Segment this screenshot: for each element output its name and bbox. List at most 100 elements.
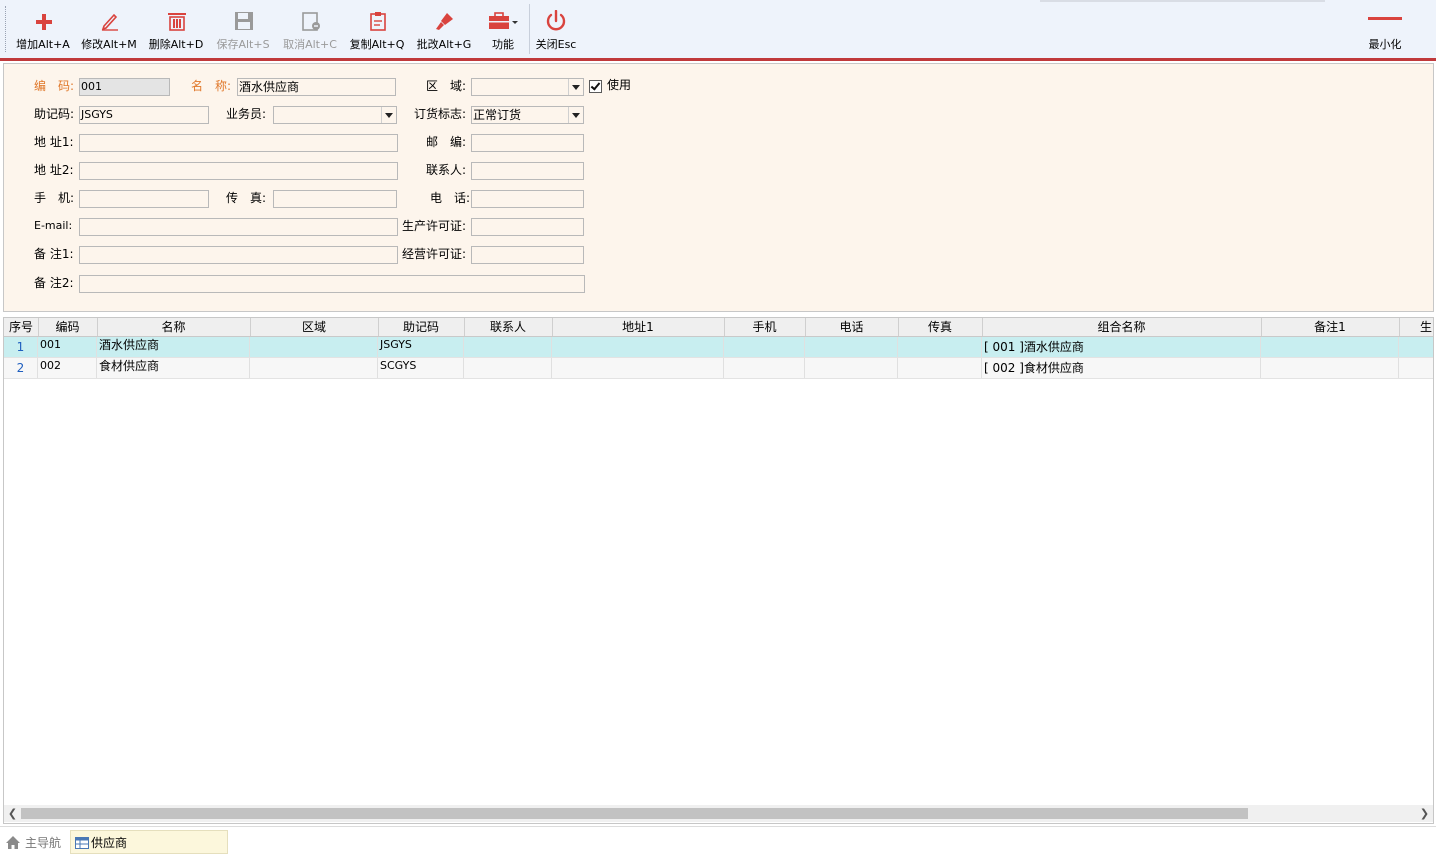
chevron-right-icon[interactable]: ❯: [1416, 805, 1433, 822]
tab-bar: 主导航 供应商: [0, 826, 1436, 858]
salesman-select[interactable]: [273, 106, 397, 124]
mnemonic-field[interactable]: JSGYS: [79, 106, 209, 124]
delete-button[interactable]: 删除Alt+D: [147, 6, 205, 56]
column-header[interactable]: 组合名称: [982, 318, 1262, 336]
note1-field[interactable]: [79, 246, 398, 264]
phone-label: 电 话:: [430, 191, 471, 205]
phone-field[interactable]: [471, 190, 584, 208]
fax-cell: [898, 358, 982, 378]
chevron-left-icon[interactable]: ❮: [4, 805, 21, 822]
column-header[interactable]: 区域: [250, 318, 379, 336]
contact-field[interactable]: [471, 162, 584, 180]
scrollbar-thumb[interactable]: [21, 808, 1248, 819]
use-checkbox[interactable]: [589, 80, 602, 93]
main-nav-tab[interactable]: 主导航: [3, 831, 61, 855]
add-button-label: 增加Alt+A: [16, 38, 70, 51]
row-number: 2: [4, 358, 38, 378]
note1-cell: [1261, 358, 1399, 378]
pencil-icon: [80, 6, 138, 34]
supplier-form: 编 码: 001 名 称: 酒水供应商 区 域: 使用 助记码: JSGYS 业…: [3, 63, 1434, 312]
mnemonic-label: 助记码:: [34, 107, 75, 121]
table-icon: [75, 837, 89, 849]
toolbox-icon: [482, 6, 524, 34]
batch-edit-button-label: 批改Alt+G: [416, 38, 472, 51]
phone-cell: [805, 337, 898, 357]
save-button[interactable]: 保存Alt+S: [214, 6, 272, 56]
business-license-field[interactable]: [471, 246, 584, 264]
toolbar-separator: [529, 4, 530, 54]
mnemonic-cell: SCGYS: [378, 358, 464, 378]
column-header[interactable]: 电话: [805, 318, 899, 336]
email-field[interactable]: [79, 218, 398, 236]
mobile-field[interactable]: [79, 190, 209, 208]
column-header[interactable]: 备注1: [1261, 318, 1400, 336]
order-flag-value: 正常订货: [473, 108, 522, 122]
column-header[interactable]: 地址1: [552, 318, 725, 336]
row-number: 1: [4, 337, 38, 357]
address1-label: 地 址1:: [34, 135, 74, 149]
toolbar-shadow: [1040, 0, 1325, 2]
mnemonic-cell: JSGYS: [378, 337, 464, 357]
column-header[interactable]: 生: [1399, 318, 1433, 336]
chevron-down-icon[interactable]: [568, 107, 583, 123]
close-button[interactable]: 关闭Esc: [533, 6, 579, 56]
table-header: 序号 编码 名称 区域 助记码 联系人 地址1 手机 电话 传真 组合名称 备注…: [4, 318, 1433, 337]
postcode-field[interactable]: [471, 134, 584, 152]
note2-field[interactable]: [79, 275, 585, 293]
plus-icon: [14, 6, 72, 34]
toolbar-grip: [5, 6, 8, 52]
fax-field[interactable]: [273, 190, 397, 208]
phone-cell: [805, 358, 898, 378]
name-field[interactable]: 酒水供应商: [237, 78, 396, 96]
column-header[interactable]: 传真: [898, 318, 983, 336]
cancel-doc-icon: [281, 6, 339, 34]
mobile-cell: [724, 337, 805, 357]
order-flag-select[interactable]: 正常订货: [471, 106, 584, 124]
minimize-button-label: 最小化: [1368, 38, 1402, 51]
horizontal-scrollbar[interactable]: ❮ ❯: [4, 805, 1433, 822]
column-header[interactable]: 名称: [97, 318, 251, 336]
minimize-icon: [1362, 6, 1408, 34]
chevron-down-icon[interactable]: [568, 79, 583, 95]
column-header[interactable]: 联系人: [464, 318, 553, 336]
region-select[interactable]: [471, 78, 584, 96]
home-icon: [6, 836, 20, 849]
minimize-button[interactable]: 最小化: [1362, 6, 1408, 56]
order-flag-label: 订货标志:: [414, 107, 467, 121]
main-nav-tab-label: 主导航: [25, 836, 62, 850]
production-license-field[interactable]: [471, 218, 584, 236]
functions-button[interactable]: 功能: [482, 6, 524, 56]
email-label: E-mail:: [34, 219, 73, 232]
use-label: 使用: [607, 78, 632, 92]
address1-field[interactable]: [79, 134, 398, 152]
edit-button-label: 修改Alt+M: [81, 38, 137, 51]
supplier-table: 序号 编码 名称 区域 助记码 联系人 地址1 手机 电话 传真 组合名称 备注…: [3, 317, 1434, 824]
combo-name-cell: [ 002 ]食材供应商: [982, 358, 1261, 378]
delete-button-label: 删除Alt+D: [148, 38, 204, 51]
column-header[interactable]: 序号: [4, 318, 39, 336]
table-row[interactable]: 1 001 酒水供应商 JSGYS [ 001 ]酒水供应商: [4, 337, 1433, 358]
column-header[interactable]: 助记码: [378, 318, 465, 336]
chevron-down-icon[interactable]: [381, 107, 396, 123]
copy-button[interactable]: 复制Alt+Q: [348, 6, 406, 56]
supplier-tab[interactable]: 供应商: [70, 830, 228, 854]
column-header[interactable]: 手机: [724, 318, 806, 336]
column-header[interactable]: 编码: [38, 318, 98, 336]
address2-field[interactable]: [79, 162, 398, 180]
supplier-tab-label: 供应商: [91, 836, 128, 850]
add-button[interactable]: 增加Alt+A: [14, 6, 72, 56]
edit-button[interactable]: 修改Alt+M: [80, 6, 138, 56]
table-row[interactable]: 2 002 食材供应商 SCGYS [ 002 ]食材供应商: [4, 358, 1433, 379]
name-cell: 酒水供应商: [97, 337, 250, 357]
contact-cell: [464, 358, 552, 378]
salesman-label: 业务员:: [226, 107, 267, 121]
power-icon: [533, 6, 579, 34]
clipboard-icon: [348, 6, 406, 34]
batch-edit-button[interactable]: 批改Alt+G: [415, 6, 473, 56]
address2-label: 地 址2:: [34, 163, 74, 177]
code-field[interactable]: 001: [79, 78, 170, 96]
region-label: 区 域:: [426, 79, 467, 93]
cancel-button[interactable]: 取消Alt+C: [281, 6, 339, 56]
functions-button-label: 功能: [492, 38, 514, 51]
contact-cell: [464, 337, 552, 357]
